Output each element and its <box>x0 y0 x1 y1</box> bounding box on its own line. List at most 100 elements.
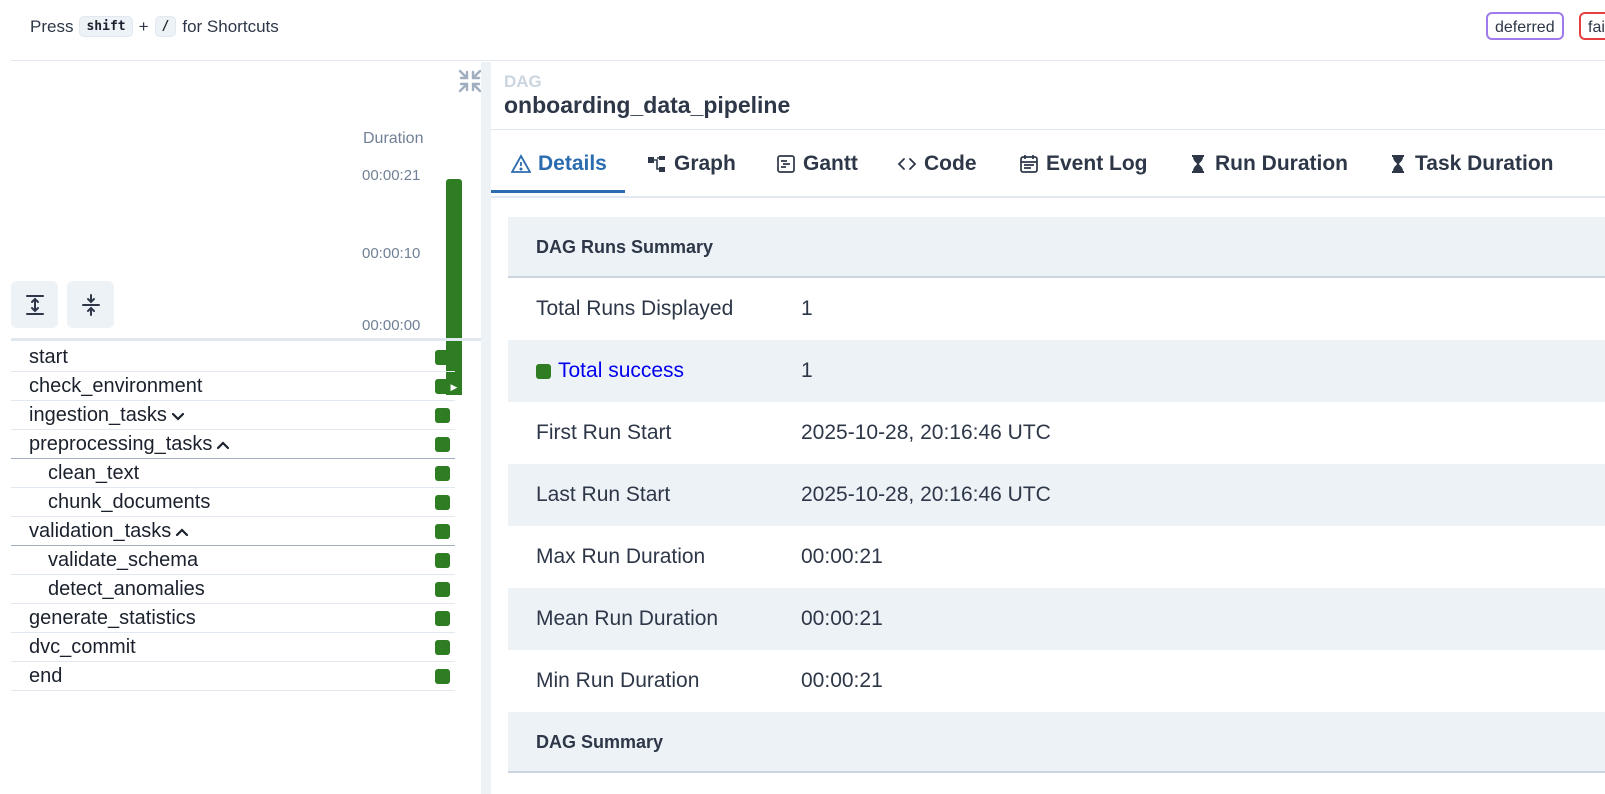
summary-label: Max Run Duration <box>536 545 706 568</box>
hourglass-icon <box>1392 155 1404 173</box>
task-name[interactable]: ingestion_tasks <box>29 404 185 427</box>
details-panel: DAG onboarding_data_pipeline Details Gra… <box>491 62 1605 794</box>
task-label[interactable]: generate_statistics <box>29 607 196 630</box>
task-name[interactable]: generate_statistics <box>29 607 196 630</box>
task-instance-status[interactable] <box>435 553 450 568</box>
task-name[interactable]: dvc_commit <box>29 636 136 659</box>
task-label[interactable]: start <box>29 346 68 369</box>
task-label[interactable]: end <box>29 665 62 688</box>
tab-event-log[interactable]: Event Log <box>1019 152 1148 176</box>
task-instance-status[interactable] <box>435 611 450 626</box>
summary-table: DAG Runs Summary Total Runs Displayed 1 … <box>508 217 1605 773</box>
task-row[interactable]: start <box>11 343 455 372</box>
state-badge-failed[interactable]: failed <box>1579 12 1605 40</box>
task-row[interactable]: generate_statistics <box>11 604 455 633</box>
summary-label[interactable]: Total success <box>558 359 684 383</box>
task-label[interactable]: validate_schema <box>48 549 198 572</box>
summary-label: Last Run Start <box>536 483 671 506</box>
warning-icon <box>511 154 531 173</box>
task-row[interactable]: validate_schema <box>11 546 455 575</box>
task-row[interactable]: check_environment <box>11 372 455 401</box>
task-row[interactable]: detect_anomalies <box>11 575 455 604</box>
chevron-up-icon[interactable] <box>216 438 230 452</box>
hourglass-icon <box>1192 155 1204 173</box>
shift-key: shift <box>79 16 133 37</box>
task-instance-status[interactable] <box>435 669 450 684</box>
task-list: start check_environment ingestion_taskspre… <box>11 343 455 691</box>
tab-gantt[interactable]: Gantt <box>776 152 858 176</box>
task-label[interactable]: check_environment <box>29 375 202 398</box>
summary-value: 00:00:21 <box>801 669 883 692</box>
task-group-row[interactable]: ingestion_tasks <box>11 401 455 430</box>
task-name[interactable]: validate_schema <box>48 549 198 572</box>
summary-row: Min Run Duration 00:00:21 <box>508 650 1605 712</box>
section-header: DAG Summary <box>508 712 1605 773</box>
task-name[interactable]: validation_tasks <box>29 520 189 543</box>
summary-row: Last Run Start 2025-10-28, 20:16:46 UTC <box>508 464 1605 526</box>
dag-runs-summary-heading: DAG Runs Summary <box>536 237 714 257</box>
tab-run-duration[interactable]: Run Duration <box>1188 152 1348 176</box>
collapse-panel-icon[interactable] <box>457 68 483 94</box>
summary-label: Min Run Duration <box>536 669 700 692</box>
gantt-icon <box>777 155 795 173</box>
summary-row: Total Runs Displayed 1 <box>508 278 1605 340</box>
task-name[interactable]: end <box>29 665 62 688</box>
shortcut-press-text: Press <box>30 16 74 36</box>
task-instance-status[interactable] <box>435 524 450 539</box>
task-instance-status[interactable] <box>435 350 450 365</box>
duration-tick: 00:00:21 <box>362 167 421 184</box>
tab-label: Graph <box>674 152 736 175</box>
dag-label: DAG <box>504 72 542 91</box>
task-instance-status[interactable] <box>435 379 450 394</box>
shortcut-hint: Press shift + / for Shortcuts <box>30 16 279 37</box>
expand-all-button[interactable] <box>11 281 58 328</box>
task-row[interactable]: chunk_documents <box>11 488 455 517</box>
tab-graph[interactable]: Graph <box>647 152 736 176</box>
tab-code[interactable]: Code <box>897 152 977 176</box>
task-name[interactable]: check_environment <box>29 375 202 398</box>
task-row[interactable]: dvc_commit <box>11 633 455 662</box>
task-row[interactable]: clean_text <box>11 459 455 488</box>
task-name[interactable]: clean_text <box>48 462 139 485</box>
duration-label: Duration <box>363 130 424 147</box>
panel-resize-handle[interactable] <box>481 62 491 794</box>
section-header: DAG Runs Summary <box>508 217 1605 278</box>
task-instance-status[interactable] <box>435 408 450 423</box>
task-instance-status[interactable] <box>435 495 450 510</box>
tab-bar: Details Graph Gantt Code Event Log Run D… <box>491 130 1605 198</box>
task-label[interactable]: chunk_documents <box>48 491 210 514</box>
total-success-link[interactable]: Total success <box>536 359 684 383</box>
task-name[interactable]: chunk_documents <box>48 491 210 514</box>
chevron-up-icon[interactable] <box>175 525 189 539</box>
task-row[interactable]: end <box>11 662 455 691</box>
task-label[interactable]: clean_text <box>48 462 139 485</box>
grid-panel: Duration 00:00:21 00:00:10 00:00:00 ▶ st… <box>11 62 483 794</box>
task-name[interactable]: start <box>29 346 68 369</box>
compress-icon <box>81 293 100 316</box>
task-group-row[interactable]: preprocessing_tasks <box>11 430 455 459</box>
chevron-down-icon[interactable] <box>171 409 185 423</box>
duration-tick: 00:00:10 <box>362 245 421 262</box>
summary-label: First Run Start <box>536 421 672 444</box>
task-group-row[interactable]: validation_tasks <box>11 517 455 546</box>
task-label[interactable]: ingestion_tasks <box>29 404 167 427</box>
summary-value: 2025-10-28, 20:16:46 UTC <box>801 421 1051 444</box>
tab-task-duration[interactable]: Task Duration <box>1388 152 1553 176</box>
header-divider <box>11 60 1605 61</box>
task-label[interactable]: detect_anomalies <box>48 578 205 601</box>
state-badge-deferred[interactable]: deferred <box>1486 12 1564 40</box>
task-instance-status[interactable] <box>435 437 450 452</box>
task-instance-status[interactable] <box>435 582 450 597</box>
tab-details[interactable]: Details <box>511 152 607 176</box>
summary-value: 1 <box>801 359 813 382</box>
grid-divider <box>11 338 481 341</box>
collapse-all-button[interactable] <box>67 281 114 328</box>
task-name[interactable]: detect_anomalies <box>48 578 205 601</box>
task-label[interactable]: dvc_commit <box>29 636 136 659</box>
task-name[interactable]: preprocessing_tasks <box>29 433 230 456</box>
task-label[interactable]: validation_tasks <box>29 520 171 543</box>
task-instance-status[interactable] <box>435 466 450 481</box>
task-instance-status[interactable] <box>435 640 450 655</box>
task-label[interactable]: preprocessing_tasks <box>29 433 212 456</box>
summary-value: 00:00:21 <box>801 545 883 568</box>
